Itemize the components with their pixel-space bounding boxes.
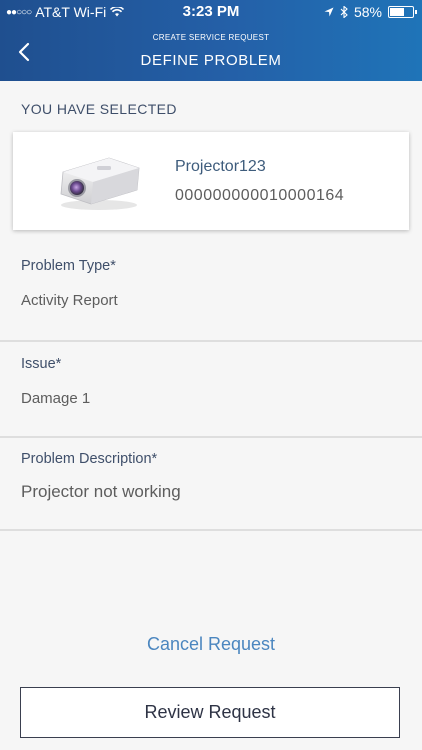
status-right: 58% [324,4,417,20]
selected-asset-card[interactable]: Projector123 000000000010000164 [13,132,409,230]
projector-image [60,157,140,210]
issue-label: Issue* [21,356,62,372]
asset-code: 000000000010000164 [175,187,345,204]
problem-description-value: Projector not working [21,482,181,501]
problem-description-field[interactable]: Problem Description* Projector not worki… [0,451,422,529]
status-bar: ●●○○○ AT&T Wi-Fi 3:23 PM 58% [0,0,422,24]
navigation-header: ●●○○○ AT&T Wi-Fi 3:23 PM 58% CREATE SERV… [0,0,422,81]
problem-description-label: Problem Description* [21,451,158,467]
problem-type-label: Problem Type* [21,258,116,274]
issue-value: Damage 1 [21,390,91,407]
review-request-button[interactable]: Review Request [20,687,400,738]
selected-section-label: YOU HAVE SELECTED [21,101,177,117]
battery-percentage: 58% [353,4,382,20]
bluetooth-icon [340,6,348,18]
divider [0,436,422,438]
page-title: DEFINE PROBLEM [140,52,282,69]
asset-name: Projector123 [175,158,266,175]
divider [0,340,422,342]
problem-type-value: Activity Report [21,292,118,309]
battery-icon [388,6,417,18]
location-arrow-icon [324,7,334,17]
divider [0,529,422,531]
issue-field[interactable]: Issue* Damage 1 [0,356,422,436]
problem-type-field[interactable]: Problem Type* Activity Report [0,258,422,340]
cancel-request-link[interactable]: Cancel Request [0,634,422,655]
header-subtitle: CREATE SERVICE REQUEST [152,33,270,42]
